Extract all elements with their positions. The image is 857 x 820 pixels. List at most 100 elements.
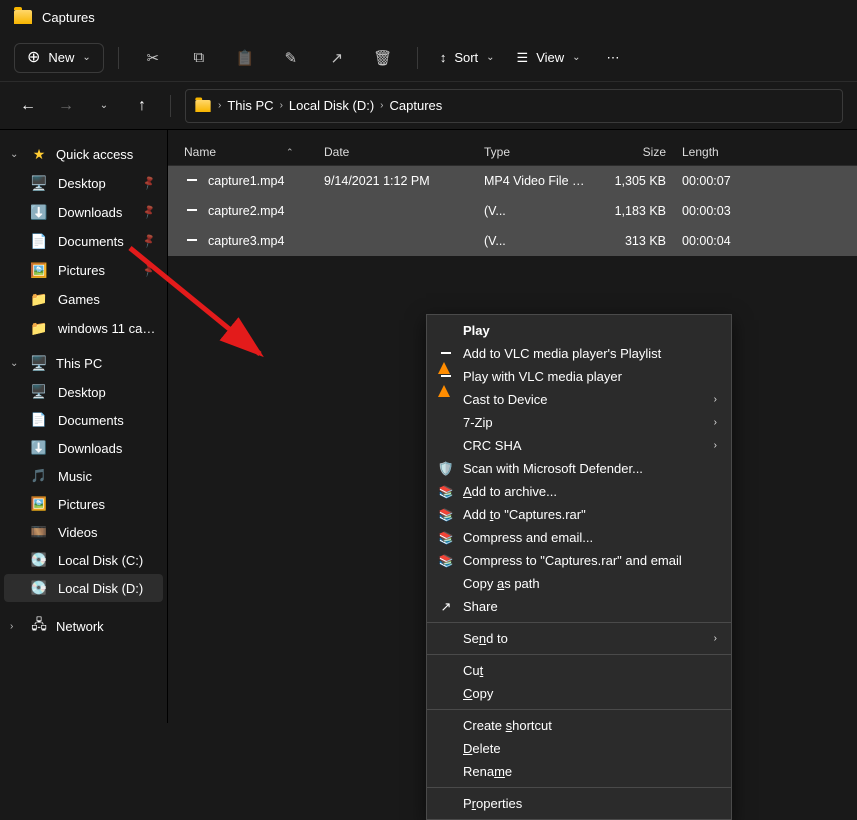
col-length[interactable]: Length	[674, 139, 754, 165]
sidebar-item[interactable]: ⬇️Downloads	[4, 434, 163, 462]
context-menu-label: Add to "Captures.rar"	[463, 507, 717, 522]
context-menu-item[interactable]: 📚Compress to "Captures.rar" and email	[427, 549, 731, 572]
folder-icon	[195, 100, 210, 112]
sidebar-item-label: Pictures	[58, 497, 157, 512]
sidebar-item-icon: ⬇️	[30, 204, 48, 221]
sidebar-item-label: Videos	[58, 525, 157, 540]
paste-icon[interactable]: 📋	[225, 40, 265, 76]
network-icon: 🖧	[30, 614, 48, 638]
context-menu-item[interactable]: Cast to Device›	[427, 388, 731, 411]
share-icon[interactable]: ↗	[317, 40, 357, 76]
context-menu-item[interactable]: Copy as path	[427, 572, 731, 595]
context-menu-item[interactable]: Create shortcut	[427, 714, 731, 737]
sidebar-item[interactable]: ⬇️ Downloads	[4, 198, 163, 227]
sidebar-item[interactable]: 🖥️Desktop	[4, 169, 163, 198]
sort-button[interactable]: ↕ Sort ⌄	[432, 44, 503, 71]
sort-label: Sort	[454, 50, 478, 65]
rename-icon[interactable]: ✎	[271, 40, 311, 76]
sidebar-item[interactable]: 🖼️Pictures	[4, 256, 163, 285]
recent-button[interactable]: ⌄	[90, 92, 118, 120]
pc-icon: 🖥️	[30, 355, 48, 372]
context-menu-item[interactable]: Rename	[427, 760, 731, 783]
file-type: MP4 Video File (V...	[476, 174, 594, 188]
up-button[interactable]: ↑	[128, 92, 156, 120]
file-row[interactable]: capture3.mp4(V...313 KB00:00:04	[168, 226, 857, 256]
vlc-icon	[184, 234, 200, 248]
address-bar[interactable]: › This PC › Local Disk (D:) › Captures	[185, 89, 843, 123]
col-type[interactable]: Type	[476, 139, 594, 165]
context-menu-item[interactable]: Add to VLC media player's Playlist	[427, 342, 731, 365]
sidebar-item-label: Downloads	[58, 205, 157, 220]
sidebar-item-label: Local Disk (D:)	[58, 581, 157, 596]
sidebar-item[interactable]: 📁windows 11 capptures	[4, 314, 163, 343]
cut-icon[interactable]: ✂	[133, 40, 173, 76]
sidebar-item[interactable]: 💽Local Disk (C:)	[4, 546, 163, 574]
context-menu-item[interactable]: 📚Compress and email...	[427, 526, 731, 549]
context-menu-item[interactable]: Properties	[427, 792, 731, 815]
sidebar-item[interactable]: 🖼️Pictures	[4, 490, 163, 518]
context-menu-item[interactable]: ↗Share	[427, 595, 731, 618]
context-menu-label: Play	[463, 323, 717, 338]
copy-icon[interactable]: ⧉	[179, 40, 219, 76]
context-menu-item[interactable]: 7-Zip›	[427, 411, 731, 434]
sidebar-item[interactable]: 🎵Music	[4, 462, 163, 490]
context-menu-label: Delete	[463, 741, 717, 756]
sidebar-item[interactable]: 📄Documents	[4, 406, 163, 434]
file-name: capture1.mp4	[208, 174, 284, 188]
ctx-icon: ↗	[441, 599, 452, 615]
sidebar-item-icon: 📁	[30, 320, 48, 337]
file-row[interactable]: capture2.mp4(V...1,183 KB00:00:03	[168, 196, 857, 226]
context-menu-item[interactable]: 📚Add to archive...	[427, 480, 731, 503]
view-button[interactable]: ☰ View ⌄	[509, 44, 589, 72]
context-menu-item[interactable]: Play with VLC media player	[427, 365, 731, 388]
sidebar-item-label: Downloads	[58, 441, 157, 456]
breadcrumb-segment[interactable]: This PC	[227, 98, 273, 113]
sidebar-item[interactable]: 🖥️Desktop	[4, 378, 163, 406]
plus-icon: ⊕	[27, 50, 40, 66]
separator	[118, 47, 119, 69]
more-button[interactable]: ⋯	[595, 44, 634, 72]
vlc-icon	[184, 204, 200, 218]
context-menu-label: Copy	[463, 686, 717, 701]
rar-icon: 📚	[439, 485, 454, 499]
context-menu-item[interactable]: Delete	[427, 737, 731, 760]
chevron-down-icon: ⌄	[10, 358, 22, 369]
sidebar-item-icon: 📄	[30, 412, 48, 428]
context-menu-label: Cut	[463, 663, 717, 678]
back-button[interactable]: ←	[14, 92, 42, 120]
context-menu-item[interactable]: Play	[427, 319, 731, 342]
titlebar: Captures	[0, 0, 857, 34]
breadcrumb-segment[interactable]: Captures	[390, 98, 443, 113]
sidebar-item-icon: 🎵	[30, 468, 48, 484]
new-button[interactable]: ⊕ New ⌄	[14, 43, 104, 73]
sidebar-header-quick-access[interactable]: ⌄ ★ Quick access	[4, 140, 163, 169]
rar-icon: 📚	[439, 508, 454, 522]
context-menu-item[interactable]: 📚 Add to "Captures.rar"	[427, 503, 731, 526]
sidebar-header-this-pc[interactable]: ⌄ 🖥️ This PC	[4, 349, 163, 378]
col-size[interactable]: Size	[594, 139, 674, 165]
sidebar-quick-access: ⌄ ★ Quick access 🖥️Desktop ⬇️ Downloads 📄Do…	[4, 140, 163, 343]
context-menu-item[interactable]: Copy	[427, 682, 731, 705]
col-date[interactable]: Date	[316, 139, 476, 165]
chevron-right-icon: ›	[714, 440, 717, 451]
sidebar-item[interactable]: 🎞️Videos	[4, 518, 163, 546]
breadcrumb-segment[interactable]: Local Disk (D:)	[289, 98, 374, 113]
context-menu-separator	[427, 709, 731, 710]
delete-icon[interactable]: 🗑	[363, 40, 403, 76]
context-menu-item[interactable]: CRC SHA›	[427, 434, 731, 457]
sidebar-item[interactable]: 💽Local Disk (D:)	[4, 574, 163, 602]
sidebar-item[interactable]: 📄Documents	[4, 227, 163, 256]
chevron-right-icon: ›	[714, 394, 717, 405]
chevron-down-icon: ⌄	[82, 52, 90, 63]
file-date: 9/14/2021 1:12 PM	[316, 174, 476, 188]
file-row[interactable]: capture1.mp4 9/14/2021 1:12 PMMP4 Video F…	[168, 166, 857, 196]
col-name[interactable]: Name⌃	[176, 139, 316, 165]
file-length: 00:00:04	[674, 234, 754, 248]
forward-button[interactable]: →	[52, 92, 80, 120]
context-menu-item[interactable]: Cut	[427, 659, 731, 682]
sidebar-item[interactable]: 📁Games	[4, 285, 163, 314]
sidebar-header-network[interactable]: › 🖧 Network	[4, 608, 163, 644]
context-menu-item[interactable]: Send to›	[427, 627, 731, 650]
context-menu-item[interactable]: 🛡️Scan with Microsoft Defender...	[427, 457, 731, 480]
file-name-cell: capture2.mp4	[176, 204, 316, 218]
